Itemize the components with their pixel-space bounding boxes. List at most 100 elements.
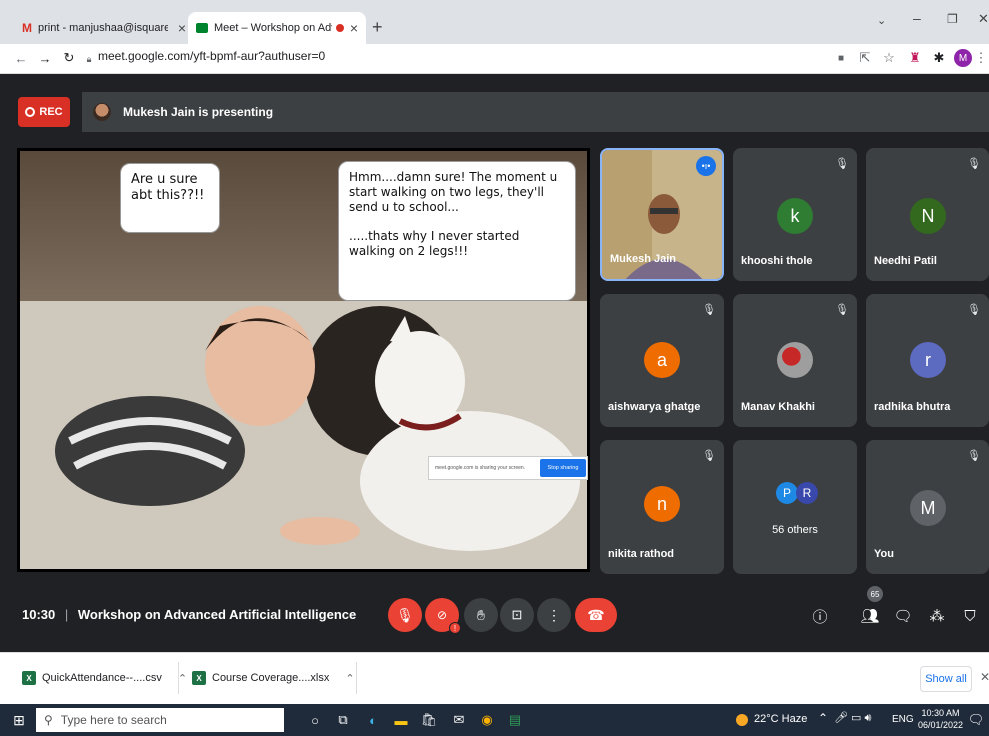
- taskbar-clock[interactable]: 10:30 AM 06/01/2022: [918, 707, 963, 731]
- taskbar-search[interactable]: ⚲ Type here to search: [36, 708, 284, 732]
- participant-tile-others[interactable]: P R 56 others: [733, 440, 857, 574]
- host-controls-icon[interactable]: ⛉: [958, 604, 982, 628]
- phone-hangup-icon: ☎︎: [587, 606, 605, 623]
- notifications-icon[interactable]: 🗨︎: [966, 709, 986, 731]
- tab-search-icon[interactable]: ⌄: [877, 14, 886, 27]
- download-item[interactable]: X QuickAttendance--....csv ⌃: [22, 666, 187, 690]
- edge-icon[interactable]: ◐: [362, 709, 384, 731]
- camera-off-icon: ⊘: [436, 608, 448, 622]
- meeting-time: 10:30: [22, 607, 56, 622]
- tab-title: print - manjushaa@isquareit.edu: [38, 22, 168, 34]
- participant-tile-khooshi[interactable]: 🎙︎ k khooshi thole: [733, 148, 857, 281]
- download-filename: Course Coverage....xlsx: [212, 672, 330, 684]
- people-count-badge: 65: [867, 586, 883, 602]
- mic-off-icon: 🎙︎: [702, 303, 716, 316]
- participant-name: aishwarya ghatge: [608, 401, 701, 413]
- avatar: N: [910, 198, 946, 234]
- mic-off-icon: 🎙︎: [835, 157, 849, 170]
- participant-tile-you[interactable]: 🎙︎ M You: [866, 440, 989, 574]
- clock-date: 06/01/2022: [918, 720, 964, 730]
- tab-gmail[interactable]: M print - manjushaa@isquareit.edu ×: [14, 12, 194, 44]
- close-downloads-icon[interactable]: ✕: [980, 670, 989, 684]
- separator: |: [64, 607, 69, 622]
- mic-off-icon: 🎙︎: [396, 606, 414, 623]
- activities-icon[interactable]: ⁂: [925, 604, 949, 628]
- chat-icon[interactable]: 🗨︎: [891, 604, 915, 628]
- share-icon[interactable]: ⇱: [856, 49, 874, 67]
- kebab-icon: ⋮: [547, 606, 561, 623]
- weather-sun-icon: [736, 714, 748, 726]
- language-indicator[interactable]: ENG: [892, 714, 914, 725]
- shared-screen: Are u sure abt this??!! Hmm....damn sure…: [17, 148, 590, 572]
- chevron-up-icon[interactable]: ⌃: [178, 672, 187, 685]
- menu-kebab-icon[interactable]: ⋮: [975, 49, 988, 67]
- store-icon[interactable]: 🛍︎: [418, 709, 440, 731]
- task-view-icon[interactable]: ⧉: [332, 709, 354, 731]
- tab-meet[interactable]: Meet – Workshop on Advanc ×: [188, 12, 366, 44]
- new-tab-button[interactable]: +: [372, 17, 383, 38]
- participant-tile-radhika[interactable]: 🎙︎ r radhika bhutra: [866, 294, 989, 427]
- avatar: P: [776, 482, 798, 504]
- avatar: [777, 342, 813, 378]
- close-window-button[interactable]: ✕: [978, 11, 989, 27]
- bookmark-star-icon[interactable]: ☆: [880, 49, 898, 67]
- more-options-button[interactable]: ⋮: [537, 598, 571, 632]
- people-icon[interactable]: 👥︎: [858, 604, 882, 628]
- bubble-text-2: .....thats why I never started walking o…: [349, 229, 520, 258]
- tray-chevron-icon[interactable]: ⌃: [818, 711, 828, 725]
- mic-toggle-button[interactable]: 🎙︎: [388, 598, 422, 632]
- close-tab-icon[interactable]: ×: [178, 20, 186, 36]
- participant-tile-needhi[interactable]: 🎙︎ N Needhi Patil: [866, 148, 989, 281]
- extension-icon[interactable]: ♜: [906, 49, 924, 67]
- show-all-button[interactable]: Show all: [920, 666, 972, 692]
- others-count: 56 others: [772, 524, 818, 536]
- close-tab-icon[interactable]: ×: [350, 20, 358, 36]
- speech-bubble-right: Hmm....damn sure! The moment u start wal…: [338, 161, 576, 301]
- windows-start-icon[interactable]: ⊞: [8, 709, 30, 731]
- file-explorer-icon[interactable]: ▬: [390, 709, 412, 731]
- mic-off-icon: 🎙︎: [835, 303, 849, 316]
- forward-icon[interactable]: →: [36, 49, 54, 67]
- minimize-button[interactable]: –: [913, 10, 921, 26]
- back-icon[interactable]: ←: [12, 49, 30, 67]
- excel-file-icon: X: [22, 671, 36, 685]
- participant-tile-mukesh[interactable]: •ı• Mukesh Jain: [600, 148, 724, 281]
- profile-avatar[interactable]: M: [954, 49, 972, 67]
- meeting-title: Workshop on Advanced Artificial Intellig…: [77, 607, 357, 622]
- gmail-icon: M: [22, 21, 32, 35]
- participant-name: Mukesh Jain: [610, 253, 677, 265]
- camera-indicator-icon[interactable]: ■: [832, 49, 850, 67]
- download-filename: QuickAttendance--....csv: [42, 672, 162, 684]
- excel-icon[interactable]: ▤: [504, 709, 526, 731]
- stop-sharing-button[interactable]: Stop sharing: [540, 459, 586, 477]
- camera-toggle-button[interactable]: ⊘ !: [425, 598, 461, 634]
- tray-icons[interactable]: 🎤︎ ▭ 🔊︎: [834, 711, 871, 725]
- weather-text[interactable]: 22°C Haze: [754, 713, 807, 725]
- hang-up-button[interactable]: ☎︎: [575, 598, 617, 632]
- meeting-details-icon[interactable]: ⓘ: [808, 604, 832, 628]
- chrome-icon[interactable]: ◉: [476, 709, 498, 731]
- participant-tile-manav[interactable]: 🎙︎ Manav Khakhi: [733, 294, 857, 427]
- divider: [178, 662, 179, 694]
- avatar: k: [777, 198, 813, 234]
- recording-badge: REC: [18, 97, 70, 127]
- participant-tile-aishwarya[interactable]: 🎙︎ a aishwarya ghatge: [600, 294, 724, 427]
- avatar: r: [910, 342, 946, 378]
- restore-button[interactable]: ❐: [947, 12, 958, 26]
- bubble-text-1: Hmm....damn sure! The moment u start wal…: [349, 170, 558, 214]
- mail-icon[interactable]: ✉︎: [448, 709, 470, 731]
- present-button[interactable]: ⊡: [500, 598, 534, 632]
- reload-icon[interactable]: ↻: [60, 49, 78, 67]
- chevron-up-icon[interactable]: ⌃: [345, 672, 354, 685]
- tab-title: Meet – Workshop on Advanc: [214, 22, 332, 34]
- hand-icon: ✋︎: [477, 606, 485, 623]
- extensions-puzzle-icon[interactable]: ✱: [930, 49, 948, 67]
- download-item[interactable]: X Course Coverage....xlsx ⌃: [192, 666, 355, 690]
- rec-label: REC: [39, 106, 63, 118]
- raise-hand-button[interactable]: ✋︎: [464, 598, 498, 632]
- participant-tile-nikita[interactable]: 🎙︎ n nikita rathod: [600, 440, 724, 574]
- record-icon: [25, 107, 36, 117]
- speech-bubble-left: Are u sure abt this??!!: [120, 163, 220, 233]
- address-bar[interactable]: meet.google.com/yft-bpmf-aur?authuser=0: [98, 49, 325, 63]
- cortana-icon[interactable]: ○: [304, 709, 326, 731]
